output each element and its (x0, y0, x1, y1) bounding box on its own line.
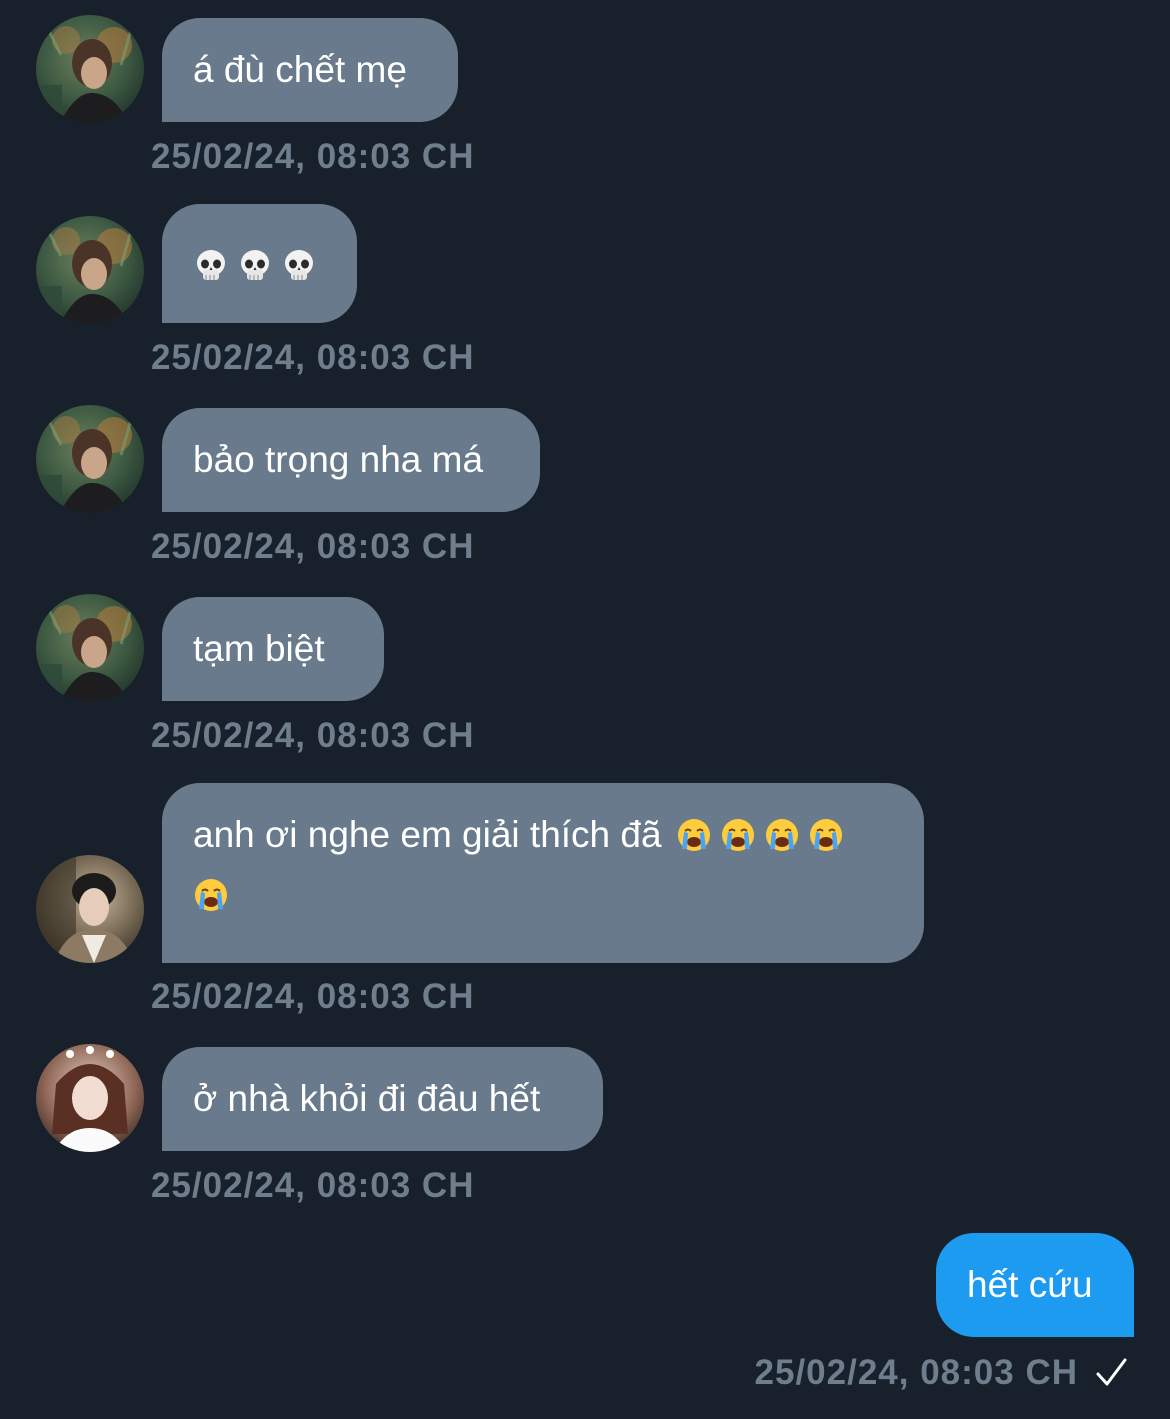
sender-avatar[interactable] (36, 1044, 144, 1152)
message-bubble[interactable]: bảo trọng nha má (162, 408, 540, 512)
message-bubble[interactable]: tạm biệt (162, 597, 384, 701)
message-timestamp: 25/02/24, 08:03 CH (151, 977, 475, 1016)
message-text: á đù chết mẹ (193, 49, 407, 90)
message-timestamp: 25/02/24, 08:03 CH (151, 1166, 475, 1205)
message-text: tạm biệt (193, 628, 325, 669)
check-icon (1096, 1358, 1127, 1386)
message-text: ở nhà khỏi đi đâu hết (193, 1078, 541, 1119)
message-timestamp: 25/02/24, 08:03 CH (151, 527, 475, 566)
sender-avatar[interactable] (36, 216, 144, 324)
message-text: hết cứu (967, 1264, 1093, 1305)
skull-emoji-icon (237, 248, 273, 284)
message-timestamp: 25/02/24, 08:03 CH (151, 338, 475, 377)
message-timestamp: 25/02/24, 08:03 CH (754, 1353, 1078, 1392)
sender-avatar[interactable] (36, 405, 144, 513)
message-text: bảo trọng nha má (193, 439, 484, 480)
sender-avatar[interactable] (36, 855, 144, 963)
loudly-crying-face-emoji-icon (720, 817, 756, 853)
loudly-crying-face-emoji-icon (676, 817, 712, 853)
loudly-crying-face-emoji-icon (764, 817, 800, 853)
message-bubble[interactable] (162, 204, 357, 323)
loudly-crying-face-emoji-icon (808, 817, 844, 853)
loudly-crying-face-emoji-icon (193, 877, 229, 913)
message-timestamp: 25/02/24, 08:03 CH (151, 137, 475, 176)
message-timestamp: 25/02/24, 08:03 CH (151, 716, 475, 755)
sender-avatar[interactable] (36, 594, 144, 702)
skull-emoji-icon (281, 248, 317, 284)
message-bubble[interactable]: á đù chết mẹ (162, 18, 458, 122)
message-text: anh ơi nghe em giải thích đã (193, 814, 662, 855)
sender-avatar[interactable] (36, 15, 144, 123)
skull-emoji-icon (193, 248, 229, 284)
message-bubble[interactable]: ở nhà khỏi đi đâu hết (162, 1047, 603, 1151)
message-bubble[interactable]: anh ơi nghe em giải thích đã (162, 783, 924, 963)
outgoing-message-bubble[interactable]: hết cứu (936, 1233, 1134, 1337)
